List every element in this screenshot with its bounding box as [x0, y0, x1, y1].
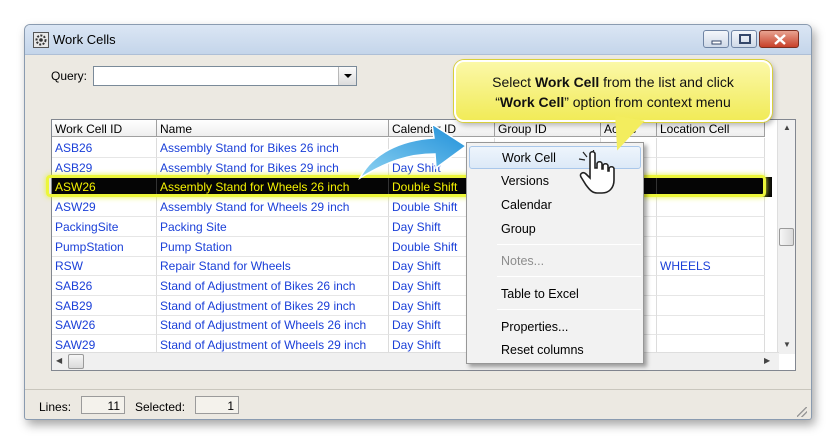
- title-bar: Work Cells: [25, 25, 811, 55]
- menu-item-properties[interactable]: Properties...: [469, 316, 641, 339]
- cell-location-cell[interactable]: WHEELS: [657, 256, 765, 277]
- close-icon: [774, 34, 786, 45]
- table-row[interactable]: SAW26 Stand of Adjustment of Wheels 26 in…: [52, 315, 772, 336]
- menu-item-reset-columns[interactable]: Reset columns: [469, 339, 641, 362]
- cell-location-cell[interactable]: [657, 177, 765, 198]
- cell-work-cell-id[interactable]: ASW29: [52, 197, 157, 218]
- cell-location-cell[interactable]: [657, 157, 765, 178]
- column-header-work-cell-id[interactable]: Work Cell ID: [52, 120, 157, 137]
- resize-grip-icon[interactable]: [797, 407, 807, 417]
- scroll-up-icon[interactable]: ▲: [783, 123, 791, 132]
- menu-item-table-to-excel[interactable]: Table to Excel: [469, 283, 641, 306]
- close-button[interactable]: [759, 30, 799, 48]
- horizontal-scroll-thumb[interactable]: [68, 354, 84, 369]
- instruction-callout: Select Work Cell from the list and click…: [454, 60, 772, 122]
- menu-item-group[interactable]: Group: [469, 218, 641, 241]
- scroll-right-icon[interactable]: ▶: [764, 356, 770, 365]
- cell-location-cell[interactable]: [657, 236, 765, 257]
- table-row[interactable]: PackingSite Packing Site Day Shift: [52, 216, 772, 237]
- maximize-button[interactable]: [731, 30, 757, 48]
- hand-pointer-icon: [578, 150, 615, 194]
- cell-work-cell-id[interactable]: SAB26: [52, 275, 157, 296]
- cell-work-cell-id[interactable]: SAW26: [52, 315, 157, 336]
- vertical-scroll-thumb[interactable]: [779, 228, 794, 246]
- query-dropdown[interactable]: [93, 66, 357, 86]
- cell-location-cell[interactable]: [657, 216, 765, 237]
- window-title: Work Cells: [53, 32, 116, 47]
- table-row[interactable]: RSW Repair Stand for Wheels Day Shift WHEEL…: [52, 256, 772, 277]
- status-bar: Lines: 11 Selected: 1: [25, 389, 811, 419]
- table-row[interactable]: ASW29 Assembly Stand for Wheels 29 inch Do…: [52, 197, 772, 218]
- cell-work-cell-id[interactable]: ASB29: [52, 157, 157, 178]
- cell-location-cell[interactable]: [657, 138, 765, 158]
- cell-work-cell-id[interactable]: ASB26: [52, 138, 157, 158]
- column-header-location-cell[interactable]: Location Cell: [657, 120, 765, 137]
- maximize-icon: [739, 34, 751, 44]
- menu-item-calendar[interactable]: Calendar: [469, 194, 641, 217]
- chevron-down-icon: [344, 74, 352, 78]
- table-row[interactable]: SAB29 Stand of Adjustment of Bikes 29 inc…: [52, 295, 772, 316]
- cell-location-cell[interactable]: [657, 315, 765, 336]
- query-label: Query:: [51, 69, 88, 83]
- cell-location-cell[interactable]: [657, 295, 765, 316]
- cell-name[interactable]: Repair Stand for Wheels: [157, 256, 389, 277]
- cell-name[interactable]: Stand of Adjustment of Bikes 26 inch: [157, 275, 389, 296]
- cell-work-cell-id[interactable]: PumpStation: [52, 236, 157, 257]
- lines-label: Lines:: [39, 400, 72, 414]
- work-cells-gear-icon: [33, 32, 49, 48]
- table-row[interactable]: SAB26 Stand of Adjustment of Bikes 26 inc…: [52, 275, 772, 296]
- lines-count: 11: [81, 396, 125, 414]
- cell-work-cell-id[interactable]: ASW26: [52, 177, 157, 198]
- vertical-scrollbar[interactable]: ▲ ▼: [777, 120, 795, 354]
- cell-name[interactable]: Pump Station: [157, 236, 389, 257]
- selected-count: 1: [195, 396, 239, 414]
- cell-name[interactable]: Stand of Adjustment of Wheels 26 inch: [157, 315, 389, 336]
- column-header-group-id[interactable]: Group ID: [495, 120, 601, 137]
- horizontal-scrollbar[interactable]: ◀ ▶: [52, 352, 779, 370]
- minimize-button[interactable]: [703, 30, 729, 48]
- cell-name[interactable]: Stand of Adjustment of Bikes 29 inch: [157, 295, 389, 316]
- scroll-left-icon[interactable]: ◀: [56, 356, 62, 365]
- menu-separator: [497, 276, 641, 277]
- menu-item-notes: Notes...: [501, 254, 545, 268]
- callout-line-1: Select Work Cell from the list and click: [492, 74, 734, 90]
- callout-pointer: [609, 115, 645, 155]
- cell-work-cell-id[interactable]: RSW: [52, 256, 157, 277]
- blue-arrow-icon: [358, 122, 468, 181]
- cell-name[interactable]: Packing Site: [157, 216, 389, 237]
- dropdown-button[interactable]: [338, 67, 356, 85]
- cell-location-cell[interactable]: [657, 275, 765, 296]
- cell-work-cell-id[interactable]: SAB29: [52, 295, 157, 316]
- menu-separator: [497, 309, 641, 310]
- table-row[interactable]: PumpStation Pump Station Double Shift: [52, 236, 772, 257]
- callout-line-2: “Work Cell” option from context menu: [495, 94, 731, 110]
- scroll-down-icon[interactable]: ▼: [783, 340, 791, 349]
- selected-label: Selected:: [135, 400, 186, 414]
- cell-location-cell[interactable]: [657, 197, 765, 218]
- menu-separator: [497, 244, 641, 245]
- cell-work-cell-id[interactable]: PackingSite: [52, 216, 157, 237]
- cell-name[interactable]: Assembly Stand for Wheels 29 inch: [157, 197, 389, 218]
- minimize-icon: [711, 40, 722, 45]
